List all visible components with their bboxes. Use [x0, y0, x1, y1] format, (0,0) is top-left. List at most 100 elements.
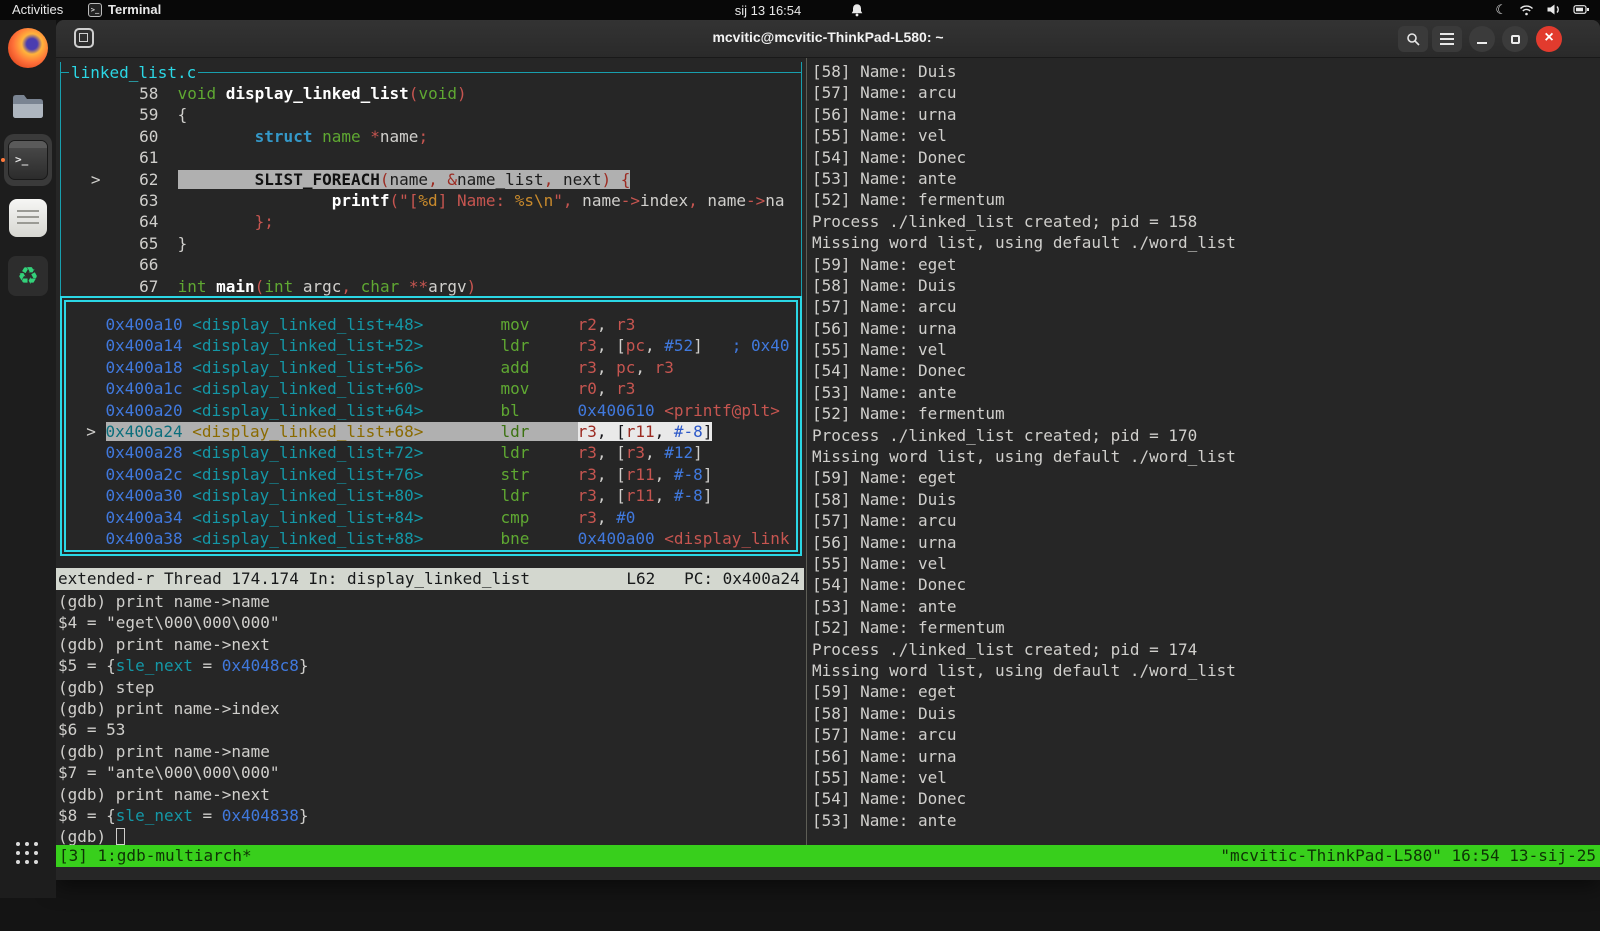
system-status-area[interactable]: ☾: [1495, 2, 1590, 17]
dock: >_ ♻: [0, 20, 56, 898]
battery-icon: [1573, 3, 1590, 16]
program-output-line: [58] Name: Duis: [812, 489, 1236, 510]
close-icon: ×: [1544, 29, 1553, 47]
dock-item-terminal[interactable]: >_: [4, 134, 52, 186]
topbar-center: sij 13 16:54: [0, 2, 1600, 18]
gdb-console-line: (gdb) print name->name: [58, 741, 308, 762]
terminal-window: mcvitic@mcvitic-ThinkPad-L580: ~ × linke…: [56, 20, 1600, 880]
program-output-line: [52] Name: fermentum: [812, 403, 1236, 424]
source-window[interactable]: linked_list.c 58 void display_linked_lis…: [60, 62, 802, 296]
asm-line: 0x400a28 <display_linked_list+72> ldr r3…: [67, 442, 796, 463]
program-output-line: [57] Name: arcu: [812, 510, 1236, 531]
dock-item-software-updater[interactable]: ♻: [8, 256, 48, 296]
program-output-line: [59] Name: eget: [812, 254, 1236, 275]
volume-icon: [1546, 3, 1561, 16]
gdb-console-line: $6 = 53: [58, 719, 308, 740]
program-output-line: [58] Name: Duis: [812, 703, 1236, 724]
program-output-line: [58] Name: Duis: [812, 61, 1236, 82]
gdb-status-line: extended-r Thread 174.174 In: display_li…: [56, 568, 804, 590]
program-output-line: Missing word list, using default ./word_…: [812, 660, 1236, 681]
source-line: 63 printf("[%d] Name: %s\n", name->index…: [62, 190, 785, 211]
clock[interactable]: sij 13 16:54: [735, 3, 802, 18]
search-button[interactable]: [1398, 26, 1428, 52]
top-bar: Activities >_ Terminal sij 13 16:54 ☾: [0, 0, 1600, 20]
gdb-console-line: (gdb) print name->index: [58, 698, 308, 719]
asm-line: 0x400a1c <display_linked_list+60> mov r0…: [67, 378, 796, 399]
close-button[interactable]: ×: [1536, 26, 1562, 52]
asm-line: > 0x400a24 <display_linked_list+68> ldr …: [67, 421, 796, 442]
program-output-line: Process ./linked_list created; pid = 158: [812, 211, 1236, 232]
source-window-border: linked_list.c: [61, 62, 801, 83]
asm-line: 0x400a34 <display_linked_list+84> cmp r3…: [67, 507, 796, 528]
tmux-pane-divider[interactable]: [806, 58, 807, 845]
program-output-line: Missing word list, using default ./word_…: [812, 232, 1236, 253]
program-output-line: [54] Name: Donec: [812, 574, 1236, 595]
source-line: 59 {: [62, 104, 785, 125]
gdb-console-line: $8 = {sle_next = 0x404838}: [58, 805, 308, 826]
program-output-line: [55] Name: vel: [812, 553, 1236, 574]
terminal-cursor: [116, 828, 125, 845]
terminal-running-indicator: [1, 158, 5, 162]
source-line: 64 };: [62, 211, 785, 232]
program-output-pane[interactable]: [58] Name: Duis[57] Name: arcu[56] Name:…: [812, 61, 1236, 831]
wifi-icon: [1519, 4, 1534, 16]
source-file-title: linked_list.c: [69, 62, 198, 83]
gdb-console-line: (gdb) print name->next: [58, 784, 308, 805]
source-line: 60 struct name *name;: [62, 126, 785, 147]
program-output-line: [54] Name: Donec: [812, 360, 1236, 381]
program-output-line: [57] Name: arcu: [812, 724, 1236, 745]
terminal-icon: >_: [8, 140, 48, 180]
program-output-line: [53] Name: ante: [812, 382, 1236, 403]
gdb-console-line: (gdb) print name->next: [58, 634, 308, 655]
show-applications-button[interactable]: [16, 842, 38, 864]
dock-item-text-editor[interactable]: [8, 198, 48, 238]
source-line: 67 int main(int argc, char **argv): [62, 276, 785, 297]
firefox-icon: [8, 28, 48, 68]
maximize-button[interactable]: [1502, 26, 1528, 52]
tmux-host-clock: "mcvitic-ThinkPad-L580" 16:54 13-sij-25: [1220, 845, 1596, 866]
asm-line: 0x400a30 <display_linked_list+80> ldr r3…: [67, 485, 796, 506]
program-output-line: [59] Name: eget: [812, 467, 1236, 488]
asm-line: 0x400a18 <display_linked_list+56> add r3…: [67, 357, 796, 378]
window-header[interactable]: mcvitic@mcvitic-ThinkPad-L580: ~ ×: [56, 20, 1600, 58]
maximize-icon: [1511, 35, 1520, 44]
assembly-window[interactable]: 0x400a10 <display_linked_list+48> mov r2…: [60, 296, 802, 556]
minimize-icon: [1477, 42, 1487, 44]
files-folder-icon: [8, 86, 48, 126]
program-output-line: Missing word list, using default ./word_…: [812, 446, 1236, 467]
program-output-line: [59] Name: eget: [812, 681, 1236, 702]
dock-item-files[interactable]: [8, 86, 48, 126]
program-output-line: [55] Name: vel: [812, 767, 1236, 788]
gdb-console-line: (gdb) step: [58, 677, 308, 698]
tmux-window-list: [3] 1:gdb-multiarch*: [59, 845, 252, 866]
program-output-line: [58] Name: Duis: [812, 275, 1236, 296]
program-output-line: [52] Name: fermentum: [812, 617, 1236, 638]
source-line: > 62 SLIST_FOREACH(name, &name_list, nex…: [62, 169, 785, 190]
gdb-console[interactable]: (gdb) print name->name$4 = "eget\000\000…: [58, 591, 308, 848]
source-line: 66: [62, 254, 785, 275]
text-editor-icon: [9, 199, 47, 237]
program-output-line: [52] Name: fermentum: [812, 189, 1236, 210]
tmux-status-bar: [3] 1:gdb-multiarch* "mcvitic-ThinkPad-L…: [56, 845, 1600, 867]
program-output-line: [54] Name: Donec: [812, 147, 1236, 168]
program-output-line: [56] Name: urna: [812, 746, 1236, 767]
search-icon: [1406, 32, 1421, 47]
minimize-button[interactable]: [1469, 26, 1495, 52]
program-output-line: [54] Name: Donec: [812, 788, 1236, 809]
program-output-line: Process ./linked_list created; pid = 170: [812, 425, 1236, 446]
asm-line: 0x400a14 <display_linked_list+52> ldr r3…: [67, 335, 796, 356]
night-light-icon: ☾: [1495, 2, 1507, 17]
source-line: 65 }: [62, 233, 785, 254]
program-output-line: [56] Name: urna: [812, 532, 1236, 553]
program-output-line: [55] Name: vel: [812, 339, 1236, 360]
program-output-line: Process ./linked_list created; pid = 174: [812, 639, 1236, 660]
asm-line: 0x400a10 <display_linked_list+48> mov r2…: [67, 314, 796, 335]
source-line: 58 void display_linked_list(void): [62, 83, 785, 104]
program-output-line: [53] Name: ante: [812, 168, 1236, 189]
menu-button[interactable]: [1432, 26, 1462, 52]
dock-item-firefox[interactable]: [8, 28, 48, 68]
notifications-bell-icon[interactable]: [849, 2, 865, 18]
source-lines: 58 void display_linked_list(void) 59 { 6…: [62, 83, 785, 297]
program-output-line: [57] Name: arcu: [812, 296, 1236, 317]
program-output-line: [56] Name: urna: [812, 104, 1236, 125]
